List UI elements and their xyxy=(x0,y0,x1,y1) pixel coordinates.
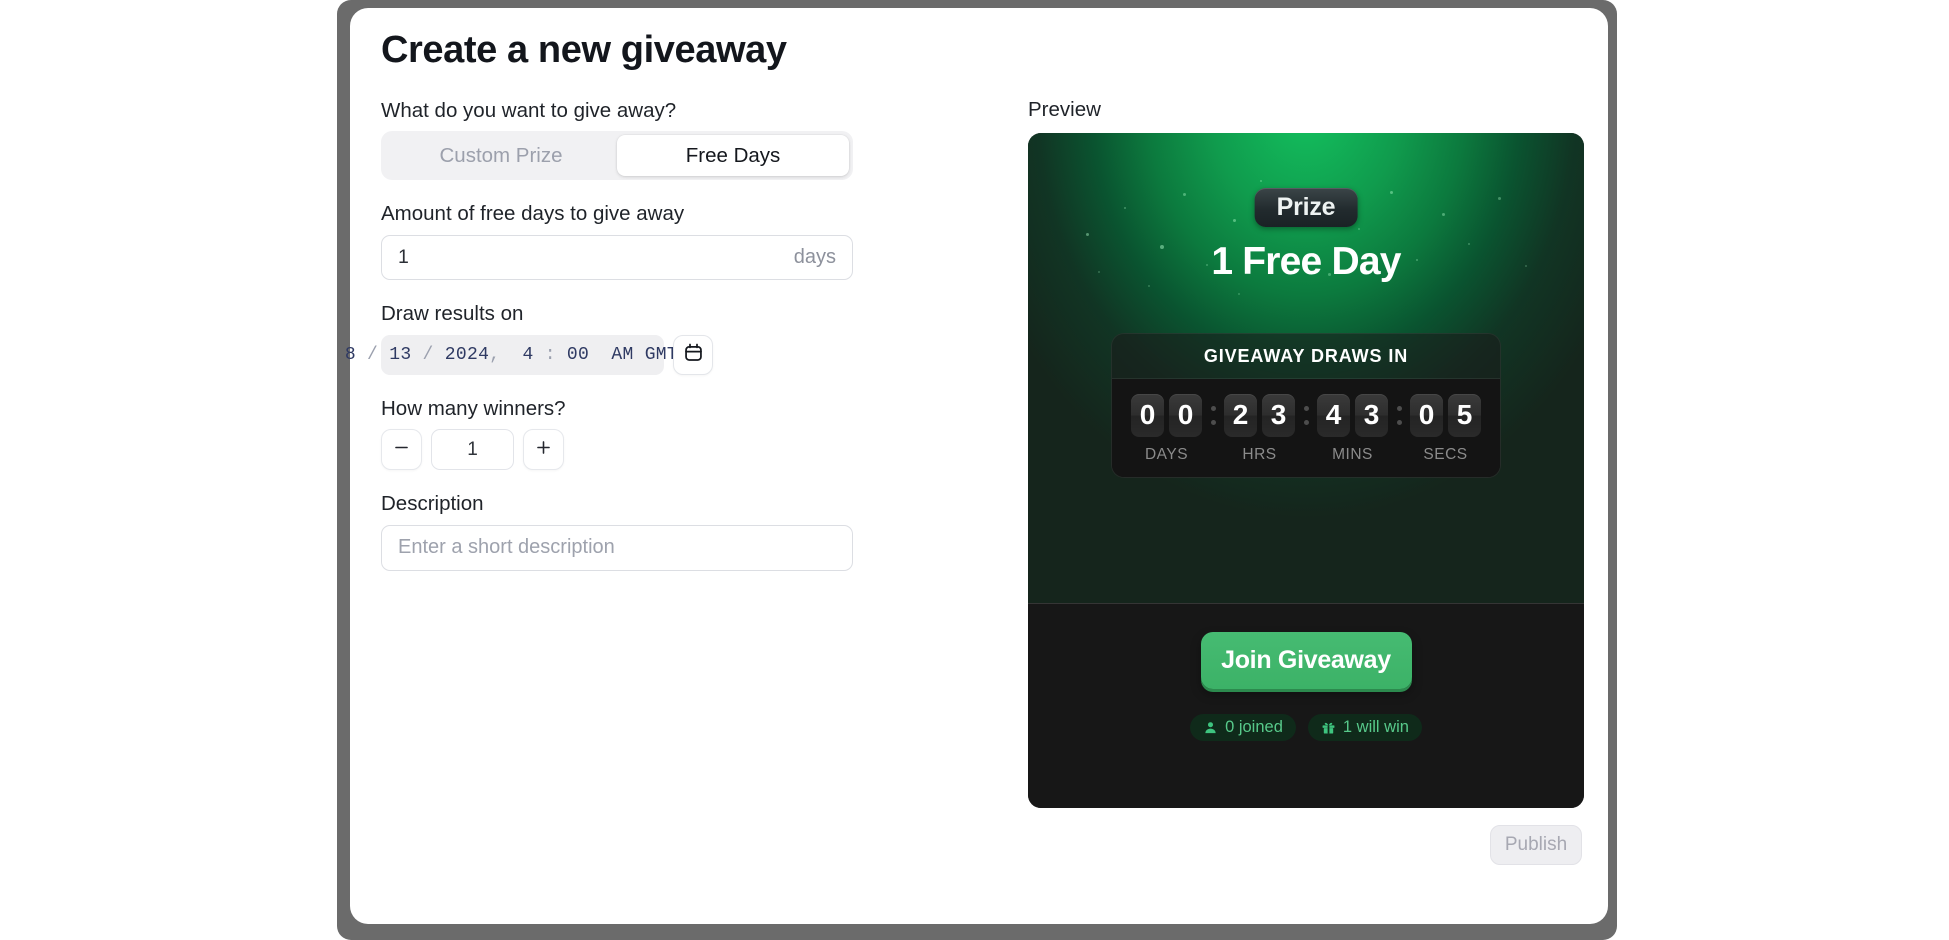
page-card: Create a new giveaway What do you want t… xyxy=(345,8,1608,924)
date-month[interactable]: 8 xyxy=(345,345,356,365)
preview-stats: 0 joined 1 will win xyxy=(1190,713,1422,741)
time-colon: : xyxy=(533,344,567,365)
countdown-separator xyxy=(1388,394,1410,437)
date-sep-1: / xyxy=(355,344,390,365)
countdown-hrs-label: HRS xyxy=(1242,445,1277,463)
prize-title: 1 Free Day xyxy=(1211,239,1401,283)
tab-custom-prize[interactable]: Custom Prize xyxy=(385,135,617,176)
winners-label: How many winners? xyxy=(381,396,566,420)
stat-will-win-text: 1 will win xyxy=(1342,717,1409,736)
publish-row: Publish xyxy=(1028,824,1584,865)
plus-icon xyxy=(534,438,553,462)
description-input[interactable]: Enter a short description xyxy=(381,524,853,571)
countdown-separator xyxy=(1202,394,1224,437)
field-description: Description Enter a short description xyxy=(381,491,1011,571)
draw-date-input[interactable]: 8 / 13 / 2024 , 4 : 00 AM xyxy=(345,334,700,375)
winners-value[interactable]: 1 xyxy=(431,429,514,471)
field-winners: How many winners? 1 xyxy=(381,396,1011,471)
date-sep-2: / xyxy=(411,344,445,365)
calendar-icon xyxy=(683,342,704,368)
prize-badge: Prize xyxy=(1254,187,1358,227)
digit: 4 xyxy=(1317,393,1350,437)
amount-label: Amount of free days to give away xyxy=(381,202,685,226)
digit: 0 xyxy=(1169,393,1202,437)
digit: 3 xyxy=(1262,393,1295,437)
minus-icon xyxy=(392,438,411,462)
countdown-unit-hrs: 2 3 HRS xyxy=(1224,393,1295,464)
publish-button[interactable]: Publish xyxy=(1490,824,1582,865)
time-minute[interactable]: 00 xyxy=(567,345,589,365)
countdown-unit-days: 0 0 DAYS xyxy=(1131,393,1202,464)
preview-action-area: Join Giveaway 0 joined 1 will win xyxy=(1028,602,1584,808)
page-content: Create a new giveaway What do you want t… xyxy=(345,29,1584,924)
countdown-days-label: DAYS xyxy=(1144,445,1189,463)
countdown-separator xyxy=(1295,394,1317,437)
draw-date-label: Draw results on xyxy=(381,302,524,326)
giveaway-type-segmented-control[interactable]: Custom Prize Free Days xyxy=(381,131,853,181)
description-placeholder: Enter a short description xyxy=(398,536,615,559)
amount-input[interactable]: 1 days xyxy=(381,235,853,281)
giveaway-type-label: What do you want to give away? xyxy=(381,98,677,122)
amount-value: 1 xyxy=(398,246,409,269)
digit: 0 xyxy=(1131,393,1164,437)
stat-joined: 0 joined xyxy=(1190,713,1296,741)
countdown-unit-secs: 0 5 SECS xyxy=(1410,393,1481,464)
time-meridiem[interactable]: AM xyxy=(611,345,633,365)
stat-joined-text: 0 joined xyxy=(1225,717,1283,736)
time-tz-space xyxy=(634,345,645,365)
winners-stepper: 1 xyxy=(381,429,1011,471)
countdown-header: GIVEAWAY DRAWS IN xyxy=(1112,333,1500,379)
calendar-button[interactable] xyxy=(673,334,713,375)
countdown-days-digits: 0 0 xyxy=(1131,393,1202,437)
countdown-timer: GIVEAWAY DRAWS IN 0 0 DAYS 2 3 HRS 4 3 M… xyxy=(1111,332,1501,478)
join-giveaway-button[interactable]: Join Giveaway xyxy=(1200,631,1412,689)
field-draw-date: Draw results on 8 / 13 / 2024 , 4 : 00 A… xyxy=(345,301,1011,375)
tab-free-days[interactable]: Free Days xyxy=(617,135,849,177)
winners-increment-button[interactable] xyxy=(523,429,564,471)
date-year[interactable]: 2024 xyxy=(445,345,489,365)
countdown-secs-label: SECS xyxy=(1423,445,1468,463)
digit: 2 xyxy=(1224,393,1257,437)
countdown-hrs-digits: 2 3 xyxy=(1224,393,1295,437)
form-column: What do you want to give away? Custom Pr… xyxy=(345,98,1011,865)
preview-label: Preview xyxy=(1028,97,1101,121)
countdown-mins-label: MINS xyxy=(1332,445,1373,463)
giveaway-preview-card: Prize 1 Free Day GIVEAWAY DRAWS IN 0 0 D… xyxy=(1028,132,1584,808)
date-comma: , xyxy=(489,344,523,365)
field-amount: Amount of free days to give away 1 days xyxy=(381,201,1011,281)
time-hour[interactable]: 4 xyxy=(523,345,534,365)
date-day[interactable]: 13 xyxy=(389,345,411,365)
preview-column: Preview Prize 1 Free Day GIVEAWAY DRAWS … xyxy=(1028,98,1584,865)
countdown-secs-digits: 0 5 xyxy=(1410,393,1481,437)
preview-hero: Prize 1 Free Day GIVEAWAY DRAWS IN 0 0 D… xyxy=(1028,132,1584,603)
stat-will-win: 1 will win xyxy=(1307,713,1422,741)
digit: 5 xyxy=(1448,393,1481,437)
field-giveaway-type: What do you want to give away? Custom Pr… xyxy=(381,98,1011,181)
winners-decrement-button[interactable] xyxy=(381,429,422,471)
time-meridiem-space xyxy=(589,345,611,365)
digit: 0 xyxy=(1410,393,1443,437)
amount-suffix: days xyxy=(793,246,836,269)
description-label: Description xyxy=(381,492,484,516)
countdown-unit-mins: 4 3 MINS xyxy=(1317,393,1388,464)
person-icon xyxy=(1203,720,1218,735)
gift-icon xyxy=(1321,720,1336,735)
digit: 3 xyxy=(1355,393,1388,437)
countdown-mins-digits: 4 3 xyxy=(1317,393,1388,437)
layout-columns: What do you want to give away? Custom Pr… xyxy=(345,98,1584,865)
draw-date-row: 8 / 13 / 2024 , 4 : 00 AM xyxy=(345,334,1011,375)
page-title: Create a new giveaway xyxy=(381,29,787,71)
countdown-body: 0 0 DAYS 2 3 HRS 4 3 MINS 0 5 SECS xyxy=(1112,378,1500,477)
